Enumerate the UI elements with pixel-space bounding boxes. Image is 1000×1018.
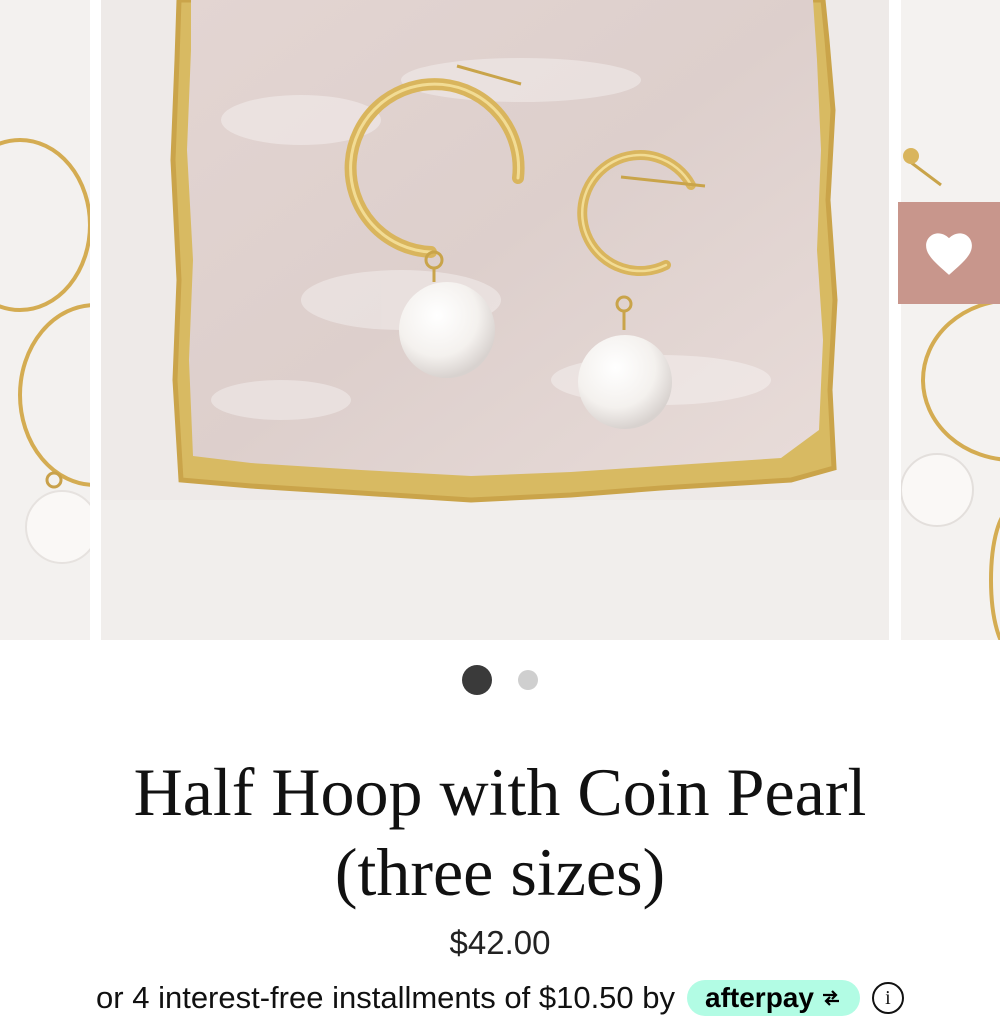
product-price: $42.00 [449, 924, 551, 961]
pearl-hoop-earrings-photo [101, 0, 889, 640]
next-product-image[interactable] [901, 0, 1000, 640]
main-product-image[interactable] [101, 0, 889, 640]
product-title: Half Hoop with Coin Pearl (three sizes) [60, 752, 940, 912]
carousel-pagination [0, 664, 1000, 696]
carousel-dot-2[interactable] [518, 670, 538, 690]
previous-product-image[interactable] [0, 0, 90, 640]
hoop-earrings-photo [0, 0, 90, 640]
afterpay-badge[interactable]: afterpay [687, 980, 860, 1016]
afterpay-badge-label: afterpay [705, 982, 814, 1013]
afterpay-installments: or 4 interest-free installments of $10.5… [0, 978, 1000, 1018]
hoop-earrings-photo [901, 0, 1000, 640]
afterpay-arrows-icon [822, 990, 839, 1006]
carousel-dot-1[interactable] [462, 665, 492, 695]
product-title-line-1: Half Hoop with Coin Pearl [133, 754, 867, 830]
info-icon[interactable]: i [871, 982, 904, 1014]
afterpay-installments-text: or 4 interest-free installments of $10.5… [96, 980, 676, 1015]
wishlist-button[interactable] [898, 202, 1000, 304]
product-image-carousel[interactable] [0, 0, 1000, 640]
product-title-line-2: (three sizes) [334, 834, 666, 910]
heart-icon [926, 233, 972, 275]
